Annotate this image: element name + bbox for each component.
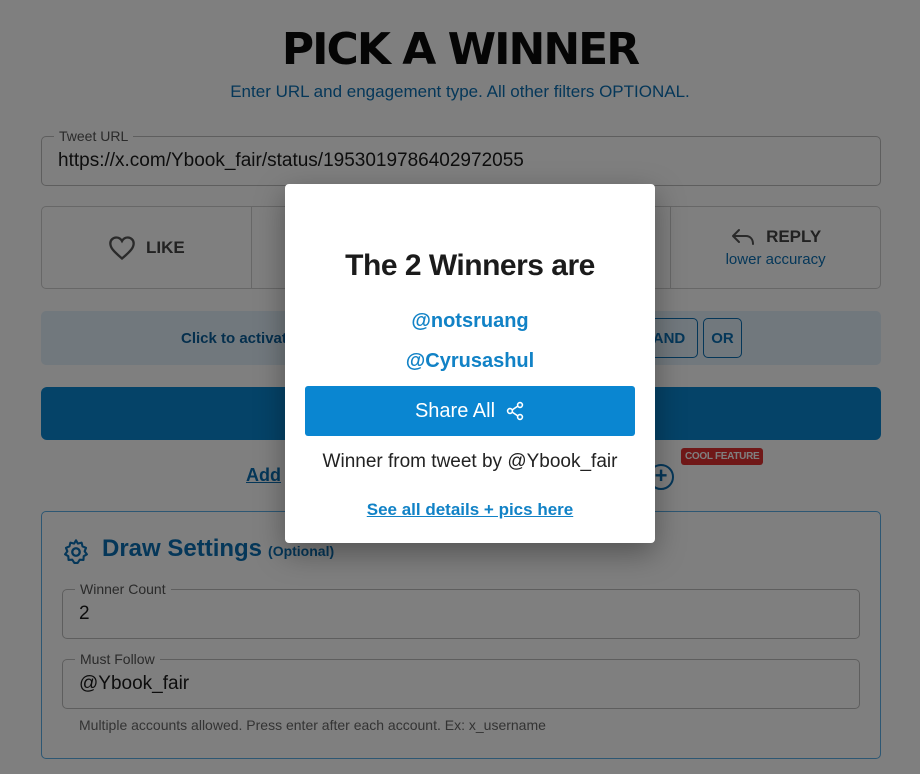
winner-source-text: Winner from tweet by @Ybook_fair [322,451,618,472]
see-details-link[interactable]: See all details + pics here [285,500,655,520]
modal-title: The 2 Winners are [345,249,595,282]
share-icon [506,401,524,421]
winners-modal: The 2 Winners are @notsruang @Cyrusashul… [285,184,655,543]
share-all-button[interactable]: Share All [305,386,635,436]
winner-handle-2[interactable]: @Cyrusashul [285,350,655,373]
winner-handle-1[interactable]: @notsruang [285,310,655,333]
share-all-label: Share All [414,399,496,422]
